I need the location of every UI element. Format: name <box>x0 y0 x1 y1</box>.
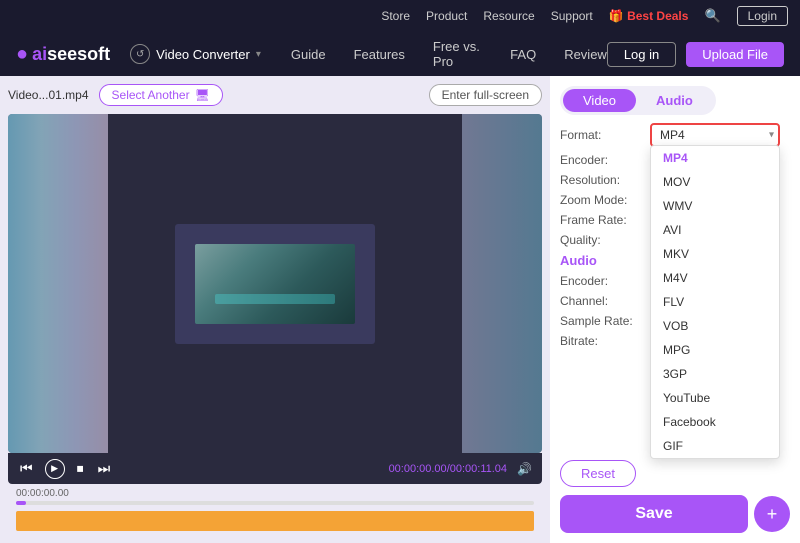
encoder2-label: Encoder: <box>560 274 650 288</box>
monitor-icon: 🖥 <box>195 88 210 102</box>
channel-label: Channel: <box>560 294 650 308</box>
main-content: Video...01.mp4 Select Another 🖥 Enter fu… <box>0 76 800 543</box>
nav-right-actions: Log in Upload File <box>607 42 784 67</box>
save-area: Save + <box>560 495 790 533</box>
format-label: Format: <box>560 128 650 142</box>
nav-guide[interactable]: Guide <box>291 47 326 62</box>
right-panel: Video Audio Format: MP4 ▾ MP4 MOV WMV <box>550 76 800 543</box>
video-controls: ⏮ ▶ ⏹ ⏭ 00:00:00.00/00:00:11.04 🔊 <box>8 453 542 484</box>
encoder-label: Encoder: <box>560 153 650 167</box>
timeline-bar[interactable] <box>16 511 534 531</box>
resolution-label: Resolution: <box>560 173 650 187</box>
chevron-down-icon: ▾ <box>256 49 261 60</box>
save-plus-button[interactable]: + <box>754 496 790 532</box>
select-another-button[interactable]: Select Another 🖥 <box>99 84 223 106</box>
video-blur-right <box>462 114 542 453</box>
progress-bar[interactable] <box>16 501 534 505</box>
format-select[interactable]: MP4 <box>650 123 780 147</box>
reset-button[interactable]: Reset <box>560 460 636 487</box>
progress-area: 00:00:00.00 <box>8 484 542 509</box>
dropdown-item-vob[interactable]: VOB <box>651 314 779 338</box>
dropdown-item-facebook[interactable]: Facebook <box>651 410 779 434</box>
dropdown-item-mkv[interactable]: MKV <box>651 242 779 266</box>
stop-button[interactable]: ⏹ <box>75 458 86 479</box>
progress-fill <box>16 501 26 505</box>
quality-label: Quality: <box>560 233 650 247</box>
fast-forward-button[interactable]: ⏭ <box>96 458 113 479</box>
tab-video[interactable]: Video <box>563 89 636 112</box>
upload-file-button[interactable]: Upload File <box>686 42 784 67</box>
play-button[interactable]: ▶ <box>45 459 65 479</box>
nav-product[interactable]: Product <box>426 9 467 23</box>
tab-audio[interactable]: Audio <box>636 89 713 112</box>
top-login-button[interactable]: Login <box>737 6 788 26</box>
nav-best-deals[interactable]: 🎁 Best Deals <box>609 9 689 23</box>
dropdown-item-youtube[interactable]: YouTube <box>651 386 779 410</box>
nav-free-vs-pro[interactable]: Free vs. Pro <box>433 39 482 69</box>
zoom-label: Zoom Mode: <box>560 193 650 207</box>
audio-section-label: Audio <box>560 253 650 268</box>
tabs: Video Audio <box>560 86 716 115</box>
nav-store[interactable]: Store <box>381 9 410 23</box>
app-selector[interactable]: ↺ Video Converter ▾ <box>130 44 261 64</box>
file-name: Video...01.mp4 <box>8 88 89 102</box>
left-panel: Video...01.mp4 Select Another 🖥 Enter fu… <box>0 76 550 543</box>
video-preview <box>8 114 542 453</box>
video-center-frame <box>175 224 375 344</box>
time-label: 00:00:00.00 <box>16 488 534 499</box>
main-nav-links: Guide Features Free vs. Pro FAQ Review <box>291 39 607 69</box>
dropdown-item-mpg[interactable]: MPG <box>651 338 779 362</box>
dropdown-item-m4v[interactable]: M4V <box>651 266 779 290</box>
top-navigation: Store Product Resource Support 🎁 Best De… <box>0 0 800 32</box>
dropdown-item-avi[interactable]: AVI <box>651 218 779 242</box>
save-button[interactable]: Save <box>560 495 748 533</box>
video-frame-content <box>195 244 355 324</box>
search-icon[interactable]: 🔍 <box>704 8 720 24</box>
rewind-button[interactable]: ⏮ <box>18 458 35 479</box>
dropdown-item-gif[interactable]: GIF <box>651 434 779 458</box>
volume-icon[interactable]: 🔊 <box>517 462 532 476</box>
format-row: Format: MP4 ▾ MP4 MOV WMV AVI MKV M4V FL… <box>560 123 790 147</box>
dropdown-item-flv[interactable]: FLV <box>651 290 779 314</box>
dropdown-item-mp4[interactable]: MP4 <box>651 146 779 170</box>
video-bar <box>215 294 335 304</box>
format-dropdown-container: MP4 ▾ MP4 MOV WMV AVI MKV M4V FLV VOB MP… <box>650 123 780 147</box>
main-login-button[interactable]: Log in <box>607 42 676 67</box>
settings-area: Format: MP4 ▾ MP4 MOV WMV AVI MKV M4V FL… <box>560 123 790 348</box>
dropdown-item-mov[interactable]: MOV <box>651 170 779 194</box>
sample-label: Sample Rate: <box>560 314 650 328</box>
dropdown-item-3gp[interactable]: 3GP <box>651 362 779 386</box>
frame-label: Frame Rate: <box>560 213 650 227</box>
nav-faq[interactable]: FAQ <box>510 47 536 62</box>
timeline-area <box>8 509 542 535</box>
nav-support[interactable]: Support <box>551 9 593 23</box>
full-screen-button[interactable]: Enter full-screen <box>429 84 542 106</box>
file-bar: Video...01.mp4 Select Another 🖥 Enter fu… <box>8 84 542 106</box>
bottom-actions: Reset Save + <box>560 460 790 533</box>
video-thumbnail <box>8 114 542 453</box>
format-dropdown-list: MP4 MOV WMV AVI MKV M4V FLV VOB MPG 3GP … <box>650 145 780 459</box>
nav-resource[interactable]: Resource <box>483 9 534 23</box>
main-navigation: ● aiseesoft ↺ Video Converter ▾ Guide Fe… <box>0 32 800 76</box>
nav-review[interactable]: Review <box>564 47 607 62</box>
logo-text: aiseesoft <box>32 44 110 65</box>
bitrate-label: Bitrate: <box>560 334 650 348</box>
nav-features[interactable]: Features <box>354 47 405 62</box>
dropdown-item-wmv[interactable]: WMV <box>651 194 779 218</box>
app-icon: ↺ <box>130 44 150 64</box>
logo: ● aiseesoft <box>16 43 110 66</box>
time-display: 00:00:00.00/00:00:11.04 <box>389 463 507 475</box>
video-blur-overlay <box>8 114 108 453</box>
